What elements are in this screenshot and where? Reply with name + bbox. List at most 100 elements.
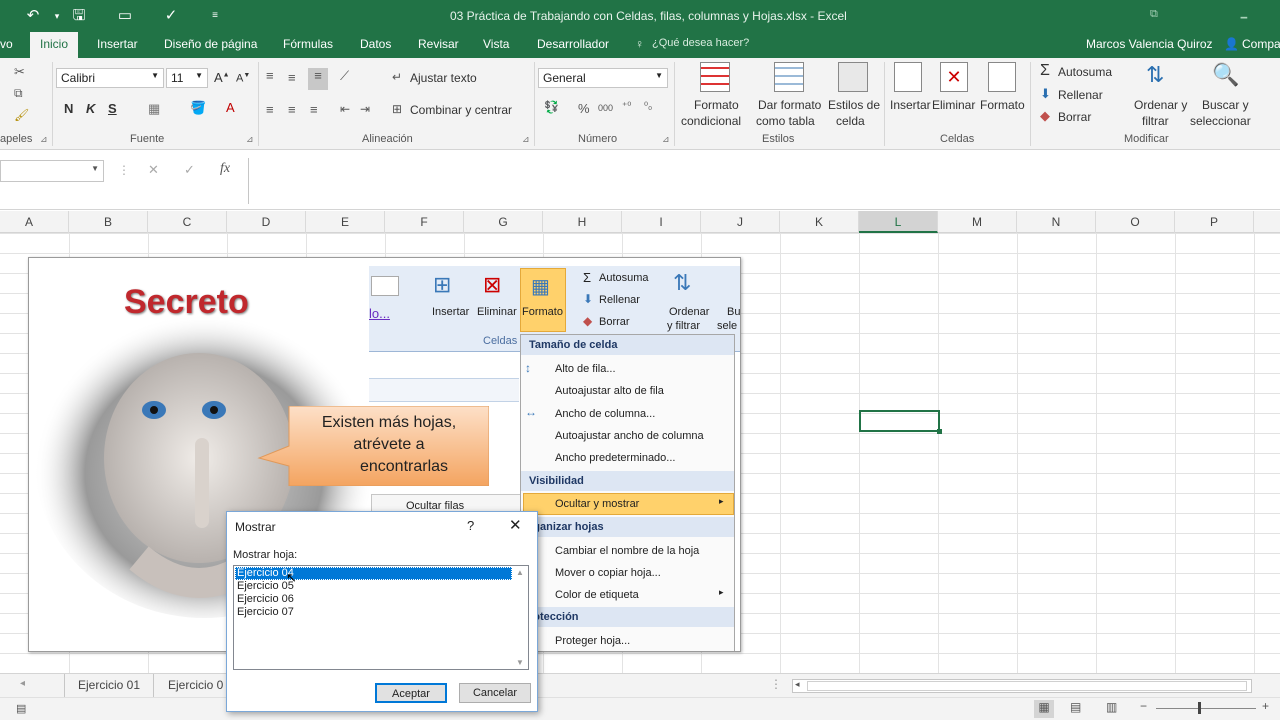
format-painter-icon[interactable]: 🖌 [14, 108, 29, 122]
sheet-listbox[interactable]: Ejercicio 04 Ejercicio 05 Ejercicio 06 E… [233, 565, 529, 670]
cell-styles-label-1[interactable]: Estilos de [828, 98, 880, 112]
list-scroll-down-icon[interactable]: ▼ [516, 658, 524, 667]
macro-record-icon[interactable]: ▤ [16, 702, 26, 715]
tab-review[interactable]: Revisar [418, 37, 459, 51]
font-size-select[interactable]: 11 ▼ [166, 68, 208, 88]
column-header-b[interactable]: B [69, 211, 148, 233]
align-center-icon[interactable]: ≡ [288, 102, 296, 117]
insert-function-icon[interactable]: fx [220, 161, 230, 177]
shrink-font-icon[interactable]: A▼ [236, 72, 250, 85]
column-header-f[interactable]: F [385, 211, 464, 233]
save-icon[interactable]: 🖫 [68, 6, 90, 26]
tab-data[interactable]: Datos [360, 37, 391, 51]
merge-center-button[interactable]: Combinar y centrar [410, 103, 512, 117]
format-as-table-label-2[interactable]: como tabla [756, 114, 815, 128]
tab-view[interactable]: Vista [483, 37, 509, 51]
format-as-table-icon[interactable] [774, 62, 804, 92]
font-name-select[interactable]: Calibri ▼ [56, 68, 164, 88]
orientation-icon[interactable]: ⟋ [340, 68, 349, 84]
copy-icon[interactable]: ⧉ [14, 86, 23, 101]
column-header-e[interactable]: E [306, 211, 385, 233]
autosum-icon[interactable]: Σ [1040, 62, 1050, 80]
conditional-format-label-2[interactable]: condicional [681, 114, 741, 128]
comma-style-icon[interactable]: 000 [598, 103, 613, 113]
horizontal-scrollbar[interactable]: ◂ [792, 679, 1252, 693]
find-select-icon[interactable]: 🔍 [1212, 62, 1239, 88]
clear-button[interactable]: Borrar [1058, 110, 1091, 124]
column-header-m[interactable]: M [938, 211, 1017, 233]
sheet-tab-1[interactable]: Ejercicio 01 [64, 674, 154, 697]
clipboard-launcher-icon[interactable]: ⊿ [40, 134, 48, 145]
increase-decimal-icon[interactable]: ⁺⁰ [622, 101, 631, 112]
tab-insert[interactable]: Insertar [97, 37, 138, 51]
fill-handle[interactable] [937, 429, 942, 434]
sort-filter-icon[interactable]: ⇅ [1146, 62, 1164, 88]
column-header-j[interactable]: J [701, 211, 780, 233]
column-header-l[interactable]: L [859, 211, 938, 233]
font-launcher-icon[interactable]: ⊿ [246, 134, 254, 145]
format-cells-button[interactable]: Formato [980, 98, 1025, 112]
clear-icon[interactable]: ◆ [1040, 108, 1050, 124]
column-header-p[interactable]: P [1175, 211, 1254, 233]
align-right-icon[interactable]: ≡ [310, 102, 318, 117]
format-as-table-label-1[interactable]: Dar formato [758, 98, 821, 112]
share-icon[interactable]: 👤 [1224, 37, 1239, 51]
close-icon[interactable]: ✕ [509, 516, 522, 534]
sheet-option-3[interactable]: Ejercicio 06 [237, 593, 294, 605]
share-button[interactable]: Compa [1242, 37, 1280, 51]
decrease-indent-icon[interactable]: ⇤ [340, 102, 350, 116]
page-layout-view-icon[interactable]: ▤ [1070, 700, 1081, 714]
wrap-text-button[interactable]: Ajustar texto [410, 71, 477, 85]
column-header-h[interactable]: H [543, 211, 622, 233]
fill-color-icon[interactable]: 🪣 [190, 100, 206, 116]
sort-filter-label-2[interactable]: filtrar [1142, 114, 1169, 128]
conditional-format-icon[interactable] [700, 62, 730, 92]
formula-input[interactable] [248, 158, 1280, 204]
cancel-icon[interactable]: ✕ [148, 162, 159, 178]
tab-file[interactable]: vo [0, 37, 13, 51]
column-header-g[interactable]: G [464, 211, 543, 233]
grow-font-icon[interactable]: A▲ [214, 70, 230, 85]
borders-icon[interactable]: ▦ [148, 101, 160, 117]
align-top-icon[interactable]: ≡ [266, 68, 274, 83]
find-select-label-2[interactable]: seleccionar [1190, 114, 1251, 128]
spelling-icon[interactable]: ✓ [160, 6, 182, 26]
page-break-view-icon[interactable]: ▥ [1106, 700, 1117, 714]
autosum-button[interactable]: Autosuma [1058, 65, 1112, 79]
tab-developer[interactable]: Desarrollador [537, 37, 609, 51]
sheet-scroll-left-icon[interactable]: ◂ [20, 678, 25, 689]
column-header-a[interactable]: A [0, 211, 69, 233]
list-scroll-up-icon[interactable]: ▲ [516, 568, 524, 577]
percent-icon[interactable]: % [578, 101, 590, 116]
cut-icon[interactable]: ✂ [14, 64, 25, 80]
zoom-slider-thumb[interactable] [1198, 702, 1201, 714]
merge-center-icon[interactable]: ⊞ [392, 102, 402, 116]
sheet-tab-2[interactable]: Ejercicio 0 [160, 674, 230, 697]
format-cells-icon[interactable] [988, 62, 1016, 92]
font-color-icon[interactable]: A [226, 100, 235, 115]
column-header-c[interactable]: C [148, 211, 227, 233]
tab-formulas[interactable]: Fórmulas [283, 37, 333, 51]
currency-icon[interactable]: 💱 [544, 100, 559, 114]
italic-button[interactable]: K [86, 101, 95, 116]
zoom-slider[interactable] [1156, 708, 1256, 709]
fill-icon[interactable]: ⬇ [1040, 86, 1051, 102]
zoom-in-icon[interactable]: + [1262, 699, 1269, 713]
undo-icon[interactable]: ↶ [22, 6, 44, 26]
column-header-d[interactable]: D [227, 211, 306, 233]
underline-button[interactable]: S [108, 101, 117, 116]
sort-filter-label-1[interactable]: Ordenar y [1134, 98, 1187, 112]
insert-cells-button[interactable]: Insertar [890, 98, 931, 112]
column-header-n[interactable]: N [1017, 211, 1096, 233]
bold-button[interactable]: N [64, 101, 73, 116]
accept-button[interactable]: Aceptar [375, 683, 447, 703]
alignment-launcher-icon[interactable]: ⊿ [522, 134, 530, 145]
conditional-format-label-1[interactable]: Formato [694, 98, 739, 112]
enter-icon[interactable]: ✓ [184, 162, 195, 178]
column-header-i[interactable]: I [622, 211, 701, 233]
name-box[interactable]: ▼ [0, 160, 104, 182]
align-bottom-icon[interactable]: ≡ [308, 68, 328, 90]
ribbon-display-icon[interactable]: ⧉ [1150, 8, 1158, 21]
undo-dropdown-icon[interactable]: ▾ [46, 6, 68, 26]
find-select-label-1[interactable]: Buscar y [1202, 98, 1249, 112]
